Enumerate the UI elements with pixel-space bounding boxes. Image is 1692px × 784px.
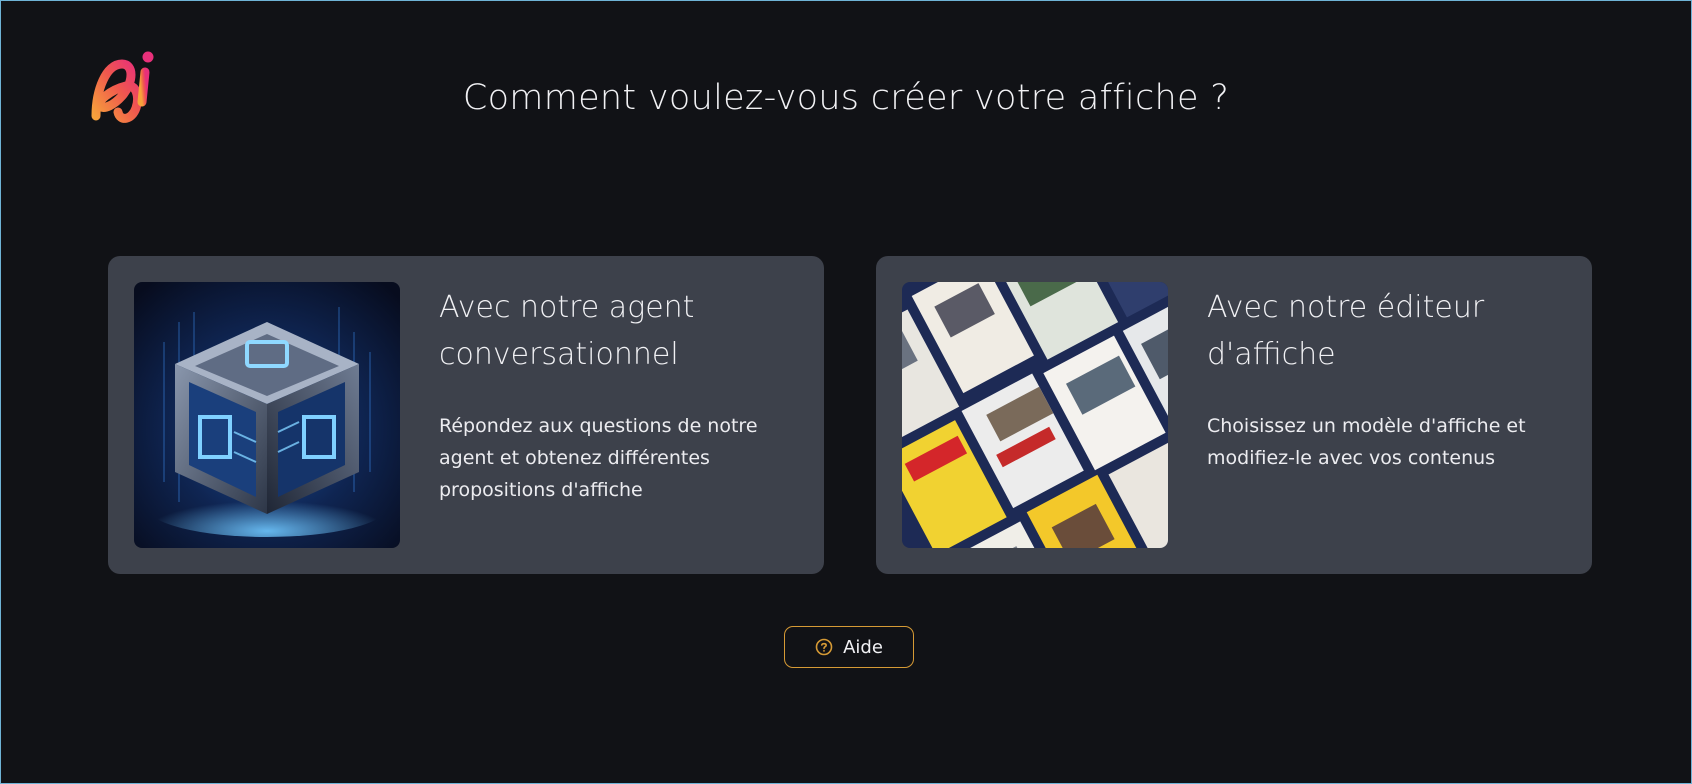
- option-card-description: Répondez aux questions de notre agent et…: [439, 415, 758, 501]
- option-card-title: Avec notre éditeur d'affiche: [1207, 290, 1485, 372]
- help-button[interactable]: Aide: [784, 626, 914, 668]
- help-button-label: Aide: [843, 636, 883, 658]
- page-title: Comment voulez-vous créer votre affiche …: [462, 78, 1230, 118]
- option-card-description: Choisissez un modèle d'affiche et modifi…: [1207, 415, 1526, 469]
- poster-collage-illustration: [902, 282, 1168, 548]
- option-card-agent[interactable]: Avec notre agent conversationnel Réponde…: [108, 256, 824, 574]
- glowing-cube-illustration: [134, 282, 400, 548]
- question-circle-icon: [815, 638, 833, 656]
- option-card-title: Avec notre agent conversationnel: [439, 290, 695, 372]
- option-card-editor[interactable]: Avec notre éditeur d'affiche Choisissez …: [876, 256, 1592, 574]
